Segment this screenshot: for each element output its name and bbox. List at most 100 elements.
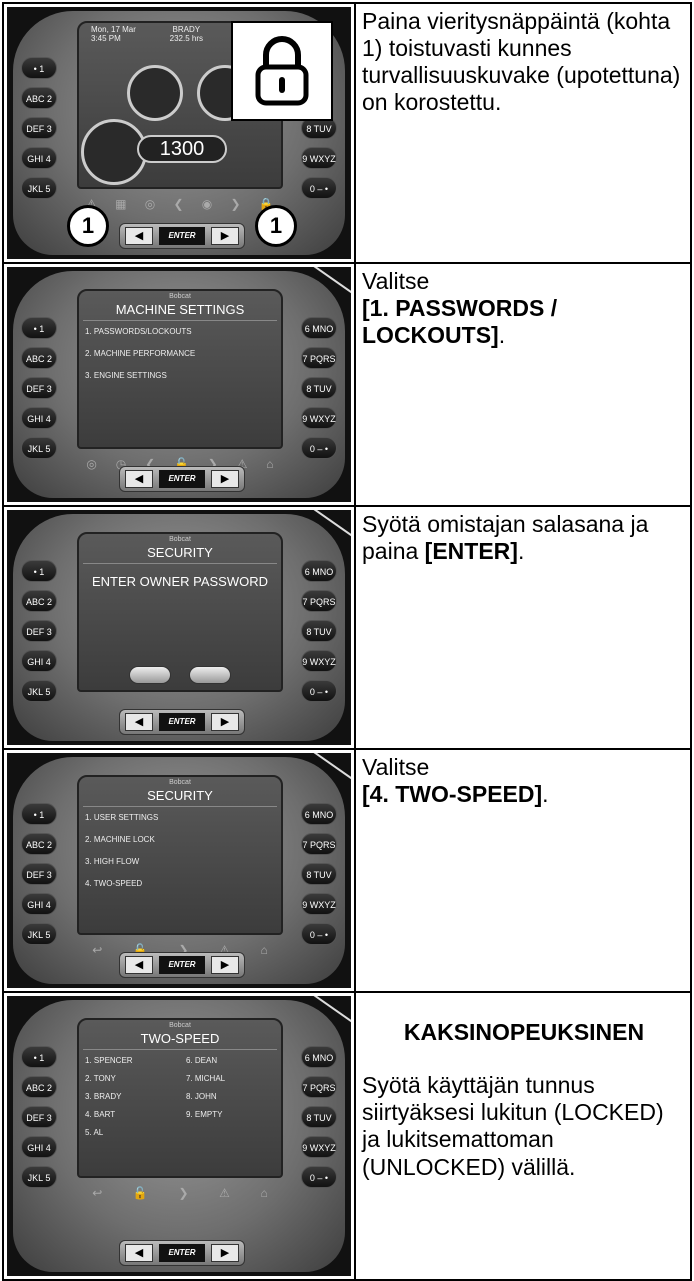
scroll-left-button[interactable]: ◀ xyxy=(125,713,153,731)
key-7[interactable]: 7 PQRS xyxy=(301,1076,337,1098)
key-1[interactable]: • 1 xyxy=(21,803,57,825)
enter-button[interactable]: ENTER xyxy=(159,713,205,731)
back-icon: ↩ xyxy=(92,943,103,957)
key-7[interactable]: 7 PQRS xyxy=(301,347,337,369)
key-8[interactable]: 8 TUV xyxy=(301,620,337,642)
scroll-right-button[interactable]: ▶ xyxy=(211,470,239,488)
back-button[interactable] xyxy=(129,666,171,684)
key-6[interactable]: 6 MNO xyxy=(301,317,337,339)
user-item[interactable]: 3. BRADY xyxy=(79,1090,180,1108)
scroll-right-button[interactable]: ▶ xyxy=(211,227,239,245)
scroll-left-button[interactable]: ◀ xyxy=(125,1244,153,1262)
confirm-button[interactable] xyxy=(189,666,231,684)
key-5[interactable]: JKL 5 xyxy=(21,1166,57,1188)
scroll-right-button[interactable]: ▶ xyxy=(211,1244,239,1262)
key-5[interactable]: JKL 5 xyxy=(21,177,57,199)
screen-buttons xyxy=(79,666,281,684)
key-4[interactable]: GHI 4 xyxy=(21,407,57,429)
scroll-right-button[interactable]: ▶ xyxy=(211,956,239,974)
key-2[interactable]: ABC 2 xyxy=(21,833,57,855)
key-1[interactable]: • 1 xyxy=(21,1046,57,1068)
key-3[interactable]: DEF 3 xyxy=(21,117,57,139)
key-1[interactable]: • 1 xyxy=(21,57,57,79)
key-9[interactable]: 9 WXYZ xyxy=(301,650,337,672)
left-keypad: • 1 ABC 2 DEF 3 GHI 4 JKL 5 xyxy=(21,560,57,710)
user-item[interactable]: 5. AL xyxy=(79,1126,180,1144)
user-item[interactable]: 7. MICHAL xyxy=(180,1072,281,1090)
enter-button[interactable]: ENTER xyxy=(159,956,205,974)
screen-title: MACHINE SETTINGS xyxy=(83,302,277,321)
user-item[interactable]: 2. TONY xyxy=(79,1072,180,1090)
key-3[interactable]: DEF 3 xyxy=(21,377,57,399)
menu-item-high-flow[interactable]: 3. HIGH FLOW xyxy=(79,855,281,877)
key-4[interactable]: GHI 4 xyxy=(21,650,57,672)
user-list: 1. SPENCER 2. TONY 3. BRADY 4. BART 5. A… xyxy=(79,1054,281,1144)
key-1[interactable]: • 1 xyxy=(21,317,57,339)
scroll-left-button[interactable]: ◀ xyxy=(125,956,153,974)
key-9[interactable]: 9 WXYZ xyxy=(301,893,337,915)
scroll-right-icon: ❯ xyxy=(178,1186,189,1200)
scroll-right-icon: ❯ xyxy=(230,197,241,211)
key-8[interactable]: 8 TUV xyxy=(301,377,337,399)
menu-item-engine[interactable]: 3. ENGINE SETTINGS xyxy=(79,369,281,391)
menu-item-passwords[interactable]: 1. PASSWORDS/LOCKOUTS xyxy=(79,325,281,347)
key-2[interactable]: ABC 2 xyxy=(21,1076,57,1098)
key-0[interactable]: 0 – • xyxy=(301,437,337,459)
nav-bar: ◀ ENTER ▶ xyxy=(119,1240,245,1266)
callout-1-right: 1 xyxy=(255,205,297,247)
scroll-left-button[interactable]: ◀ xyxy=(125,227,153,245)
key-2[interactable]: ABC 2 xyxy=(21,590,57,612)
key-6[interactable]: 6 MNO xyxy=(301,1046,337,1068)
enter-button[interactable]: ENTER xyxy=(159,470,205,488)
grid-icon: ▦ xyxy=(115,197,127,211)
key-7[interactable]: 7 PQRS xyxy=(301,590,337,612)
menu-item-two-speed[interactable]: 4. TWO-SPEED xyxy=(79,877,281,899)
user-item[interactable]: 9. EMPTY xyxy=(180,1108,281,1126)
procedure-table: Mon, 17 Mar 3:45 PM BRADY 232.5 hrs 1300 xyxy=(2,2,692,1281)
user-item[interactable]: 6. DEAN xyxy=(180,1054,281,1072)
key-4[interactable]: GHI 4 xyxy=(21,147,57,169)
key-6[interactable]: 6 MNO xyxy=(301,560,337,582)
key-9[interactable]: 9 WXYZ xyxy=(301,147,337,169)
key-4[interactable]: GHI 4 xyxy=(21,1136,57,1158)
key-8[interactable]: 8 TUV xyxy=(301,863,337,885)
menu-item-machine-lock[interactable]: 2. MACHINE LOCK xyxy=(79,833,281,855)
enter-button[interactable]: ENTER xyxy=(159,227,205,245)
nav-bar: ◀ ENTER ▶ xyxy=(119,466,245,492)
warning-icon: ⚠ xyxy=(219,1186,230,1200)
user-item[interactable]: 8. JOHN xyxy=(180,1090,281,1108)
key-6[interactable]: 6 MNO xyxy=(301,803,337,825)
key-0[interactable]: 0 – • xyxy=(301,1166,337,1188)
key-8[interactable]: 8 TUV xyxy=(301,1106,337,1128)
key-3[interactable]: DEF 3 xyxy=(21,620,57,642)
key-9[interactable]: 9 WXYZ xyxy=(301,1136,337,1158)
user-item[interactable]: 4. BART xyxy=(79,1108,180,1126)
key-5[interactable]: JKL 5 xyxy=(21,923,57,945)
enter-button[interactable]: ENTER xyxy=(159,1244,205,1262)
scroll-right-button[interactable]: ▶ xyxy=(211,713,239,731)
key-9[interactable]: 9 WXYZ xyxy=(301,407,337,429)
key-2[interactable]: ABC 2 xyxy=(21,87,57,109)
menu-item-performance[interactable]: 2. MACHINE PERFORMANCE xyxy=(79,347,281,369)
key-0[interactable]: 0 – • xyxy=(301,680,337,702)
step-2-image-cell: Bobcat MACHINE SETTINGS 1. PASSWORDS/LOC… xyxy=(2,262,356,507)
scroll-left-button[interactable]: ◀ xyxy=(125,470,153,488)
operator-name: BRADY xyxy=(172,25,201,34)
key-0[interactable]: 0 – • xyxy=(301,177,337,199)
key-3[interactable]: DEF 3 xyxy=(21,1106,57,1128)
step-3-suffix: . xyxy=(517,538,525,565)
key-5[interactable]: JKL 5 xyxy=(21,680,57,702)
key-4[interactable]: GHI 4 xyxy=(21,893,57,915)
user-item[interactable]: 1. SPENCER xyxy=(79,1054,180,1072)
key-5[interactable]: JKL 5 xyxy=(21,437,57,459)
menu-item-user-settings[interactable]: 1. USER SETTINGS xyxy=(79,811,281,833)
key-2[interactable]: ABC 2 xyxy=(21,347,57,369)
key-3[interactable]: DEF 3 xyxy=(21,863,57,885)
step-4-image-cell: Bobcat SECURITY 1. USER SETTINGS 2. MACH… xyxy=(2,748,356,993)
speedometer-icon: ◉ xyxy=(201,197,213,211)
key-1[interactable]: • 1 xyxy=(21,560,57,582)
key-0[interactable]: 0 – • xyxy=(301,923,337,945)
key-7[interactable]: 7 PQRS xyxy=(301,833,337,855)
brand-logo: Bobcat xyxy=(169,293,191,300)
screen-title: TWO-SPEED xyxy=(83,1031,277,1050)
